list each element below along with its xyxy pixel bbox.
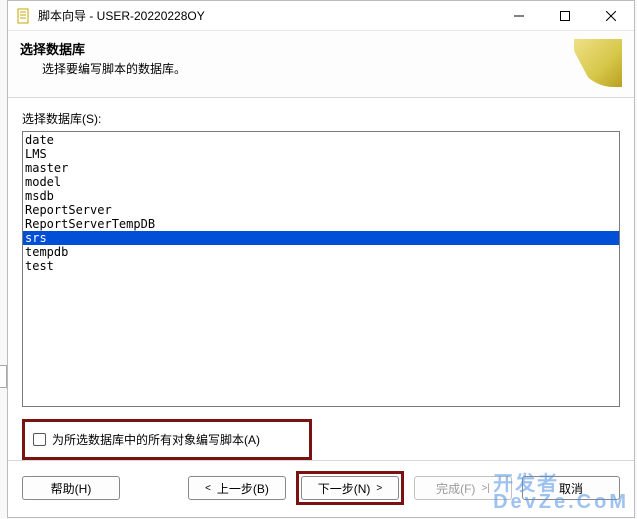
back-button[interactable]: < 上一步(B): [188, 476, 286, 500]
list-item[interactable]: ReportServer: [23, 203, 619, 217]
next-button-highlight: 下一步(N) >: [296, 471, 404, 505]
wizard-window: 脚本向导 - USER-20220228OY 选择数据库 选择要编写脚本的数据库…: [7, 0, 635, 518]
header-ribbon-icon: [574, 39, 622, 87]
help-button[interactable]: 帮助(H): [22, 476, 120, 500]
list-item[interactable]: date: [23, 133, 619, 147]
cancel-button[interactable]: 取消: [522, 476, 620, 500]
titlebar: 脚本向导 - USER-20220228OY: [8, 1, 634, 31]
list-item[interactable]: LMS: [23, 147, 619, 161]
left-scroll-fragment: [0, 365, 7, 388]
help-button-label: 帮助(H): [51, 480, 92, 497]
header-text: 选择数据库 选择要编写脚本的数据库。: [20, 39, 574, 87]
wizard-header: 选择数据库 选择要编写脚本的数据库。: [8, 31, 634, 98]
list-item[interactable]: ReportServerTempDB: [23, 217, 619, 231]
page-title: 选择数据库: [20, 39, 574, 58]
footer: 帮助(H) < 上一步(B) 下一步(N) > 完成(F) >| 取消: [8, 460, 634, 517]
minimize-button[interactable]: [496, 1, 542, 30]
script-all-objects-highlight: 为所选数据库中的所有对象编写脚本(A): [22, 419, 312, 460]
list-item[interactable]: master: [23, 161, 619, 175]
page-subtitle: 选择要编写脚本的数据库。: [20, 60, 574, 77]
maximize-button[interactable]: [542, 1, 588, 30]
window-title: 脚本向导 - USER-20220228OY: [38, 7, 496, 24]
finish-button-label: 完成(F): [436, 480, 475, 497]
select-database-label: 选择数据库(S):: [22, 110, 620, 127]
app-icon: [16, 8, 32, 24]
cancel-button-label: 取消: [559, 480, 583, 497]
list-item[interactable]: srs: [23, 231, 619, 245]
list-item[interactable]: tempdb: [23, 245, 619, 259]
next-button[interactable]: 下一步(N) >: [301, 476, 399, 500]
chevron-left-icon: <: [205, 483, 211, 494]
window-buttons: [496, 1, 634, 30]
script-all-objects-label: 为所选数据库中的所有对象编写脚本(A): [52, 431, 260, 448]
list-item[interactable]: model: [23, 175, 619, 189]
content-area: 选择数据库(S): dateLMSmastermodelmsdbReportSe…: [8, 98, 634, 460]
chevron-right-icon: >: [376, 483, 382, 494]
list-item[interactable]: msdb: [23, 189, 619, 203]
finish-button: 完成(F) >|: [414, 476, 512, 500]
database-listbox[interactable]: dateLMSmastermodelmsdbReportServerReport…: [22, 131, 620, 407]
back-button-label: 上一步(B): [217, 480, 269, 497]
close-button[interactable]: [588, 1, 634, 30]
next-button-label: 下一步(N): [318, 480, 371, 497]
list-item[interactable]: test: [23, 259, 619, 273]
script-all-objects-checkbox[interactable]: [33, 433, 46, 446]
finish-chevron-icon: >|: [481, 483, 489, 494]
